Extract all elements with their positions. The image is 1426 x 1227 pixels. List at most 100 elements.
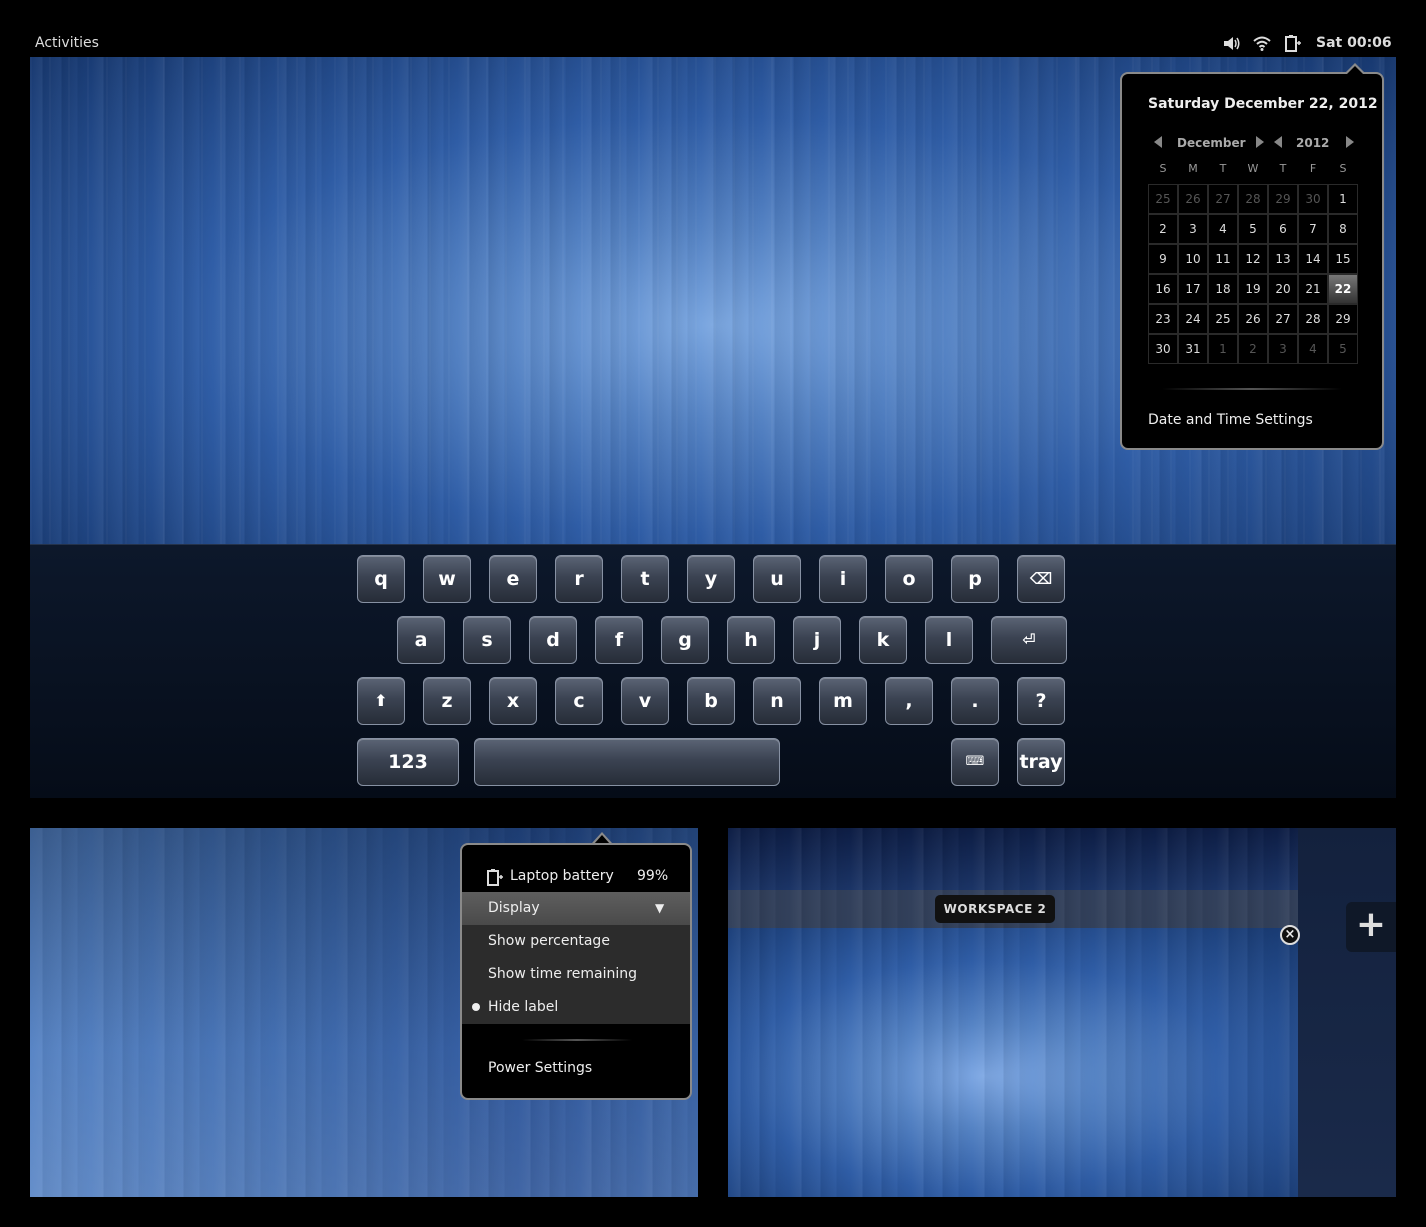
calendar-day[interactable]: 7 xyxy=(1298,214,1328,244)
calendar-day[interactable]: 26 xyxy=(1238,304,1268,334)
key-r[interactable]: r xyxy=(555,555,603,603)
calendar-day[interactable]: 16 xyxy=(1148,274,1178,304)
calendar-month-label: December xyxy=(1177,136,1246,150)
prev-month-icon[interactable] xyxy=(1154,136,1162,148)
key-h[interactable]: h xyxy=(727,616,775,664)
shift-icon[interactable]: ⬆ xyxy=(357,677,405,725)
key-z[interactable]: z xyxy=(423,677,471,725)
key-n[interactable]: n xyxy=(753,677,801,725)
calendar-day[interactable]: 27 xyxy=(1268,304,1298,334)
key-tray[interactable]: tray xyxy=(1017,738,1065,786)
battery-icon[interactable] xyxy=(1284,34,1302,53)
key-s[interactable]: s xyxy=(463,616,511,664)
key-v[interactable]: v xyxy=(621,677,669,725)
backspace-icon[interactable]: ⌫ xyxy=(1017,555,1065,603)
key-numbers[interactable]: 123 xyxy=(357,738,459,786)
calendar-day[interactable]: 20 xyxy=(1268,274,1298,304)
calendar-day[interactable]: 23 xyxy=(1148,304,1178,334)
key-m[interactable]: m xyxy=(819,677,867,725)
key-q[interactable]: q xyxy=(357,555,405,603)
display-option-label: Show time remaining xyxy=(488,966,637,982)
workspace-name-label[interactable]: WORKSPACE 2 xyxy=(935,895,1055,923)
calendar-day[interactable]: 1 xyxy=(1328,184,1358,214)
calendar-day[interactable]: 11 xyxy=(1208,244,1238,274)
calendar-day[interactable]: 27 xyxy=(1208,184,1238,214)
key-x[interactable]: x xyxy=(489,677,537,725)
key-f[interactable]: f xyxy=(595,616,643,664)
key-d[interactable]: d xyxy=(529,616,577,664)
enter-icon[interactable]: ⏎ xyxy=(991,616,1067,664)
key-comma[interactable]: , xyxy=(885,677,933,725)
calendar-day[interactable]: 21 xyxy=(1298,274,1328,304)
calendar-day[interactable]: 28 xyxy=(1298,304,1328,334)
key-c[interactable]: c xyxy=(555,677,603,725)
calendar-day[interactable]: 30 xyxy=(1148,334,1178,364)
prev-year-icon[interactable] xyxy=(1274,136,1282,148)
key-question[interactable]: ? xyxy=(1017,677,1065,725)
display-option[interactable]: Show percentage xyxy=(462,925,690,958)
display-option[interactable]: Show time remaining xyxy=(462,958,690,991)
keyboard-hide-icon[interactable]: ⌨ xyxy=(951,738,999,786)
key-j[interactable]: j xyxy=(793,616,841,664)
workspace-preview[interactable] xyxy=(728,928,1298,1197)
calendar-day[interactable]: 15 xyxy=(1328,244,1358,274)
clock-button[interactable]: Sat 00:06 xyxy=(1316,30,1392,57)
date-time-settings-button[interactable]: Date and Time Settings xyxy=(1148,412,1313,428)
key-k[interactable]: k xyxy=(859,616,907,664)
calendar-day[interactable]: 12 xyxy=(1238,244,1268,274)
key-w[interactable]: w xyxy=(423,555,471,603)
calendar-day[interactable]: 1 xyxy=(1208,334,1238,364)
key-o[interactable]: o xyxy=(885,555,933,603)
key-g[interactable]: g xyxy=(661,616,709,664)
power-settings-button[interactable]: Power Settings xyxy=(462,1052,690,1085)
calendar-day[interactable]: 14 xyxy=(1298,244,1328,274)
calendar-day[interactable]: 2 xyxy=(1238,334,1268,364)
key-space[interactable] xyxy=(474,738,780,786)
calendar-day[interactable]: 19 xyxy=(1238,274,1268,304)
key-e[interactable]: e xyxy=(489,555,537,603)
calendar-day[interactable]: 4 xyxy=(1208,214,1238,244)
calendar-day[interactable]: 5 xyxy=(1238,214,1268,244)
display-submenu-header[interactable]: Display ▼ xyxy=(462,892,690,925)
key-b[interactable]: b xyxy=(687,677,735,725)
display-option[interactable]: Hide label xyxy=(462,991,690,1024)
calendar-day[interactable]: 9 xyxy=(1148,244,1178,274)
key-u[interactable]: u xyxy=(753,555,801,603)
calendar-day[interactable]: 3 xyxy=(1268,334,1298,364)
calendar-day[interactable]: 26 xyxy=(1178,184,1208,214)
wifi-icon[interactable] xyxy=(1253,34,1271,53)
key-period[interactable]: . xyxy=(951,677,999,725)
calendar-day[interactable]: 5 xyxy=(1328,334,1358,364)
calendar-day[interactable]: 6 xyxy=(1268,214,1298,244)
calendar-day[interactable]: 13 xyxy=(1268,244,1298,274)
calendar-day[interactable]: 18 xyxy=(1208,274,1238,304)
add-workspace-icon[interactable]: + xyxy=(1346,902,1396,952)
volume-icon[interactable] xyxy=(1223,34,1241,53)
activities-button[interactable]: Activities xyxy=(35,30,99,57)
key-l[interactable]: l xyxy=(925,616,973,664)
calendar-day[interactable]: 29 xyxy=(1328,304,1358,334)
calendar-day[interactable]: 24 xyxy=(1178,304,1208,334)
calendar-day[interactable]: 22 xyxy=(1328,274,1358,304)
calendar-day[interactable]: 28 xyxy=(1238,184,1268,214)
key-a[interactable]: a xyxy=(397,616,445,664)
calendar-day[interactable]: 10 xyxy=(1178,244,1208,274)
key-i[interactable]: i xyxy=(819,555,867,603)
calendar-day[interactable]: 30 xyxy=(1298,184,1328,214)
workspace-previous-preview[interactable] xyxy=(728,828,1298,890)
calendar-day[interactable]: 25 xyxy=(1208,304,1238,334)
calendar-day[interactable]: 2 xyxy=(1148,214,1178,244)
calendar-day[interactable]: 25 xyxy=(1148,184,1178,214)
next-month-icon[interactable] xyxy=(1256,136,1264,148)
calendar-day[interactable]: 31 xyxy=(1178,334,1208,364)
calendar-day[interactable]: 8 xyxy=(1328,214,1358,244)
close-icon[interactable]: × xyxy=(1280,925,1300,945)
calendar-day[interactable]: 29 xyxy=(1268,184,1298,214)
next-year-icon[interactable] xyxy=(1346,136,1354,148)
calendar-day[interactable]: 17 xyxy=(1178,274,1208,304)
calendar-day[interactable]: 3 xyxy=(1178,214,1208,244)
calendar-day[interactable]: 4 xyxy=(1298,334,1328,364)
key-p[interactable]: p xyxy=(951,555,999,603)
key-y[interactable]: y xyxy=(687,555,735,603)
key-t[interactable]: t xyxy=(621,555,669,603)
